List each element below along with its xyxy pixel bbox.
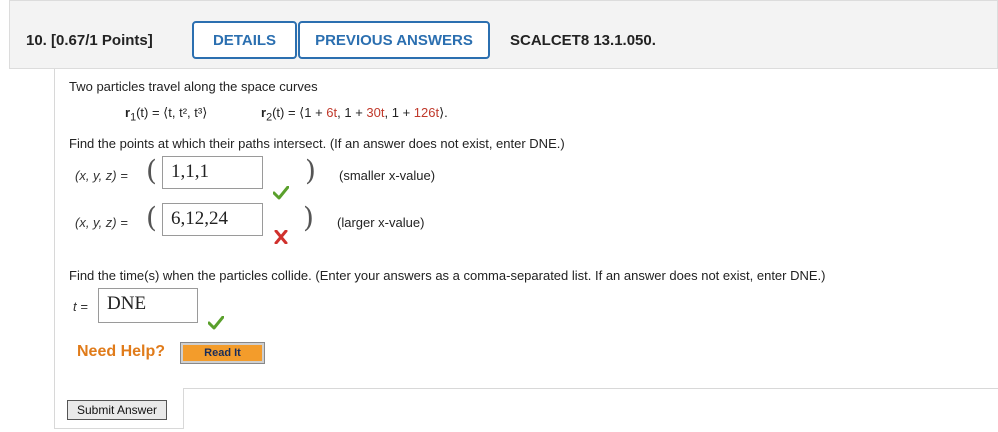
larger-x-hint: (larger x-value) — [337, 215, 425, 230]
smaller-x-hint: (smaller x-value) — [339, 168, 436, 183]
question-header: 10. [0.67/1 Points] DETAILS PREVIOUS ANS… — [9, 0, 998, 69]
curve-r2: r2(t) = ⟨1 + 6t, 1 + 30t, 1 + 126t⟩. — [261, 105, 448, 124]
details-button[interactable]: DETAILS — [192, 21, 297, 59]
question-number: 10. [0.67/1 Points] — [26, 32, 153, 49]
check-icon — [273, 186, 289, 200]
intersection-point-2-input[interactable]: 6,12,24 — [162, 203, 263, 236]
close-paren-1: ) — [305, 154, 316, 187]
card-border-left — [54, 69, 55, 429]
intersection-point-1-input[interactable]: 1,1,1 — [162, 156, 263, 189]
t-label: t = — [73, 299, 88, 314]
submit-answer-button[interactable]: Submit Answer — [67, 400, 167, 420]
collision-time-input[interactable]: DNE — [98, 288, 198, 323]
coord-label-2: (x, y, z) = — [75, 215, 128, 230]
close-paren-2: ) — [303, 201, 314, 234]
card-border-bottom — [54, 428, 184, 429]
cross-icon — [274, 230, 288, 244]
open-paren-1: ( — [146, 154, 157, 187]
curve-r1: r1(t) = ⟨t, t², t³⟩ — [125, 105, 208, 124]
previous-answers-button[interactable]: PREVIOUS ANSWERS — [298, 21, 490, 59]
check-icon — [208, 316, 224, 330]
problem-intro: Two particles travel along the space cur… — [69, 79, 318, 94]
card-divider — [183, 388, 998, 389]
need-help-label: Need Help? — [77, 343, 166, 360]
read-it-button[interactable]: Read It — [180, 342, 265, 364]
find-time-prompt: Find the time(s) when the particles coll… — [69, 268, 826, 283]
coord-label-1: (x, y, z) = — [75, 168, 128, 183]
find-points-prompt: Find the points at which their paths int… — [69, 136, 565, 151]
card-border-right — [183, 388, 184, 429]
problem-code: SCALCET8 13.1.050. — [510, 32, 656, 49]
open-paren-2: ( — [146, 201, 157, 234]
